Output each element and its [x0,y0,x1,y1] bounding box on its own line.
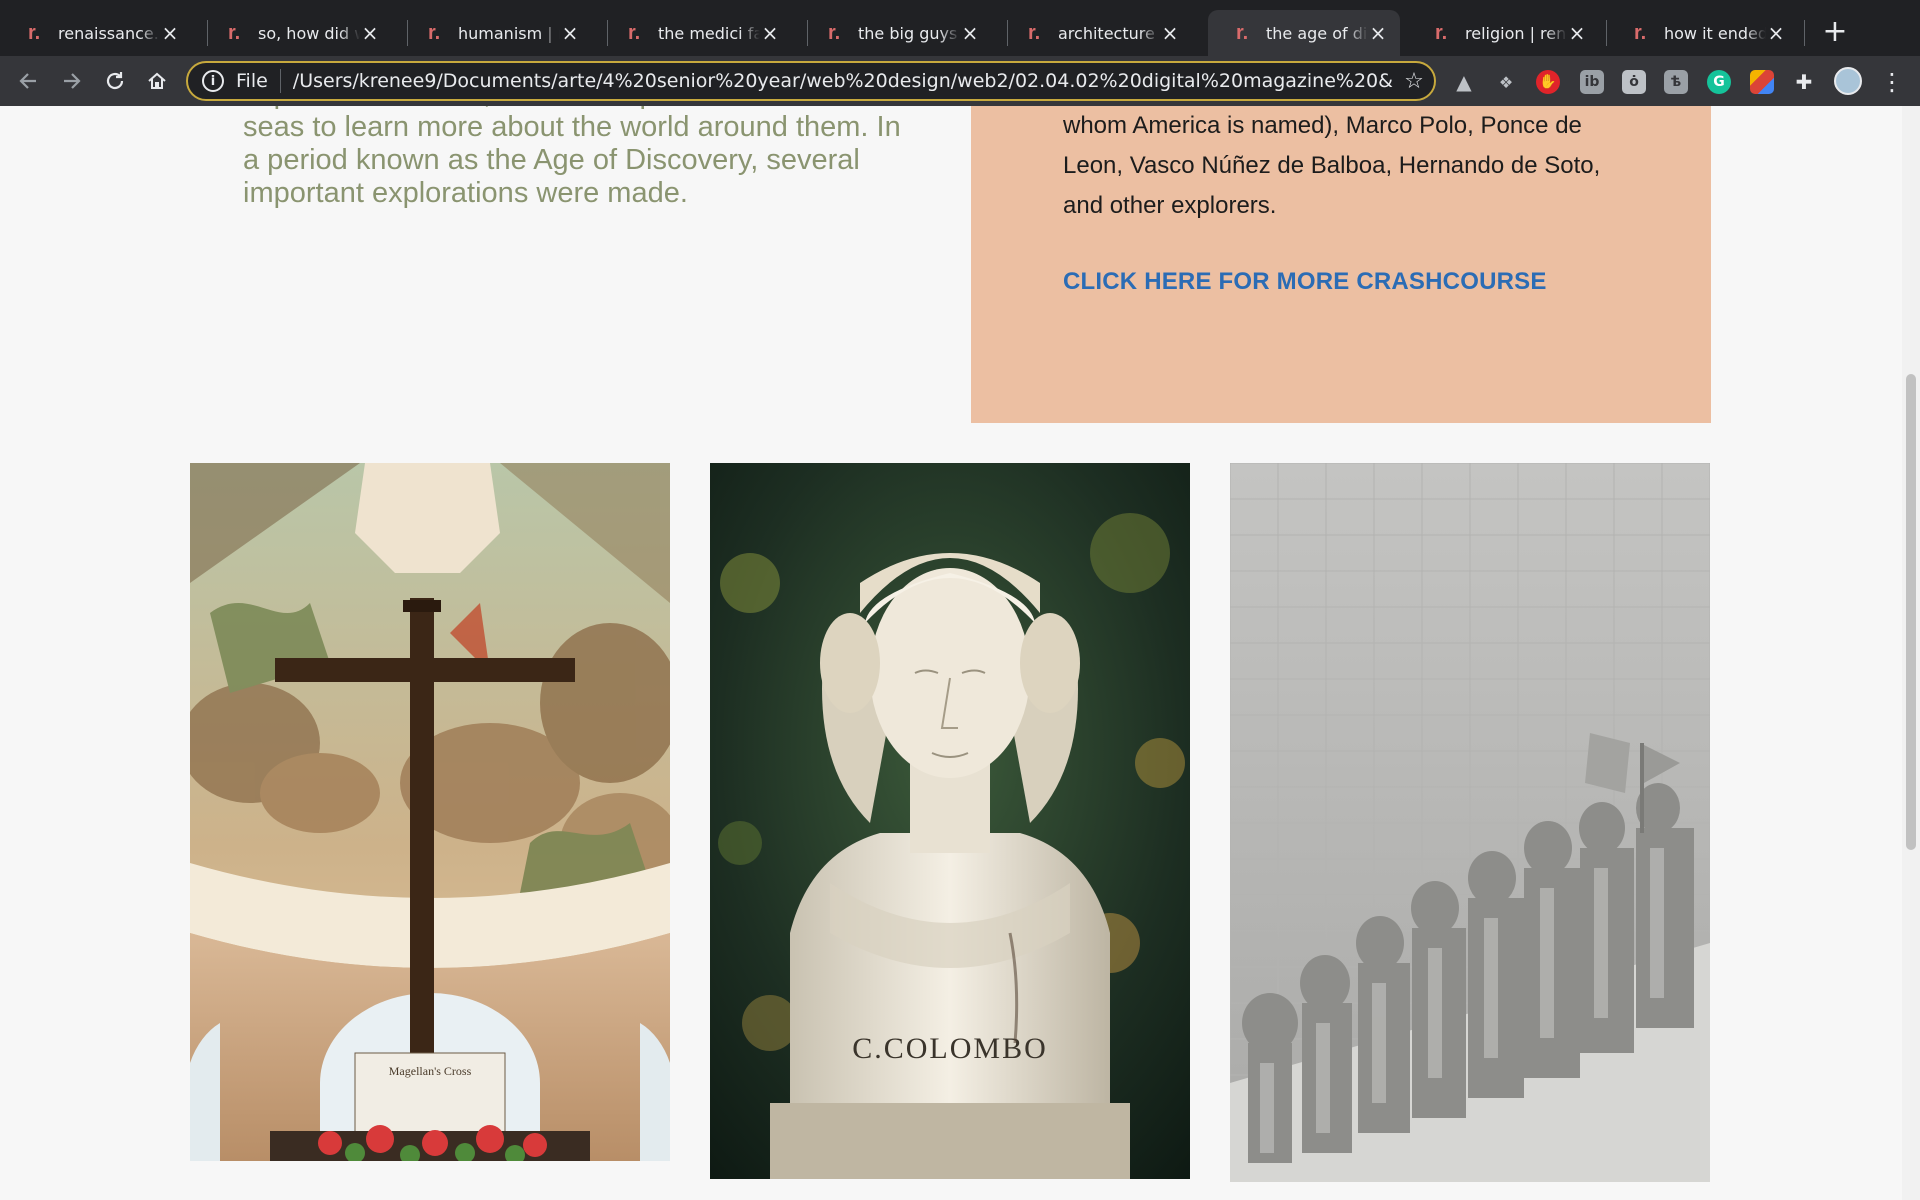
tab[interactable]: r. architecture + r × [1000,10,1192,56]
close-icon[interactable]: × [560,21,580,45]
site-favicon: r. [428,21,441,44]
tab-title: the age of disc [1266,23,1368,43]
close-icon[interactable]: × [160,21,180,45]
tab-title: how it ended + [1664,23,1766,43]
tab-icon[interactable]: ѣ [1664,70,1688,94]
photo-magellans-cross: Magellan's Cross [190,463,670,1161]
site-favicon: r. [628,21,641,44]
bust-inscription: C.COLOMBO [852,1032,1048,1065]
tab-title: so, how did we [258,23,360,43]
tab-title: architecture + r [1058,23,1160,43]
drive-icon[interactable]: ▲ [1452,70,1476,94]
site-favicon: r. [28,21,41,44]
tab[interactable]: r. the big guys | r × [800,10,992,56]
panel-paragraph: whom America is named), Marco Polo, Ponc… [1063,112,1601,219]
close-icon[interactable]: × [1766,21,1786,45]
new-tab-icon[interactable]: + [1820,14,1850,49]
scrollbar-thumb[interactable] [1906,374,1916,850]
grammarly-icon[interactable]: G [1707,70,1731,94]
home-icon[interactable] [141,65,173,97]
site-favicon: r. [228,21,241,44]
url-scheme: File [236,70,268,92]
site-favicon: r. [1634,21,1647,44]
address-bar[interactable]: i File /Users/krenee9/Documents/arte/4%2… [186,61,1436,101]
tab-title: religion | renais [1465,23,1567,43]
plaque-title: Magellan's Cross [389,1064,472,1078]
back-icon[interactable] [12,65,44,97]
reload-icon[interactable] [99,65,131,97]
close-icon[interactable]: × [1160,21,1180,45]
page-content: express new ideas, some Europeans took t… [0,106,1920,1200]
close-icon[interactable]: × [1567,21,1587,45]
dropbox-icon[interactable]: ❖ [1494,70,1518,94]
ib-icon[interactable]: ib [1580,70,1604,94]
avatar[interactable] [1834,67,1862,95]
tab[interactable]: r. how it ended + × [1606,10,1798,56]
crashcourse-link[interactable]: CLICK HERE FOR MORE CRASHCOURSE [1063,268,1547,296]
tab[interactable]: r. humanism | ren × [400,10,592,56]
close-icon[interactable]: × [360,21,380,45]
tab-separator [1804,20,1805,46]
url-divider [279,69,281,93]
tab-active[interactable]: r. the age of disc × [1208,10,1400,56]
more-menu-icon[interactable]: ⋮ [1880,68,1904,96]
adblock-icon[interactable]: ✋ [1536,70,1560,94]
photo-colombo-bust: C.COLOMBO [710,463,1190,1179]
tab-strip: r. renaissance. × r. so, how did we × r.… [0,0,1920,56]
tab[interactable]: r. religion | renais × [1407,10,1599,56]
tab[interactable]: r. renaissance. × [0,10,192,56]
tab[interactable]: r. the medici fam × [600,10,792,56]
site-favicon: r. [1236,21,1249,44]
tab-title: humanism | ren [458,23,560,43]
tab[interactable]: r. so, how did we × [200,10,392,56]
reader-icon[interactable]: ȯ [1622,70,1646,94]
close-icon[interactable]: × [960,21,980,45]
forward-icon[interactable] [56,65,88,97]
bookmark-star-icon[interactable]: ☆ [1394,69,1434,94]
close-icon[interactable]: × [1368,21,1388,45]
url-text[interactable]: /Users/krenee9/Documents/arte/4%20senior… [293,70,1394,92]
site-favicon: r. [1435,21,1448,44]
close-icon[interactable]: × [760,21,780,45]
tab-title: the big guys | r [858,23,960,43]
info-panel: whom America is named), Marco Polo, Ponc… [971,106,1711,423]
tab-title: renaissance. [58,23,159,43]
intro-paragraph: express new ideas, some Europeans took t… [243,106,901,209]
site-favicon: r. [828,21,841,44]
tab-title: the medici fam [658,23,760,43]
colorpick-icon[interactable] [1750,70,1774,94]
browser-toolbar: i File /Users/krenee9/Documents/arte/4%2… [0,56,1920,106]
site-favicon: r. [1028,21,1041,44]
info-icon[interactable]: i [202,70,224,92]
photo-discoveries-monument [1230,463,1710,1182]
puzzle-icon[interactable]: ✚ [1792,70,1816,94]
